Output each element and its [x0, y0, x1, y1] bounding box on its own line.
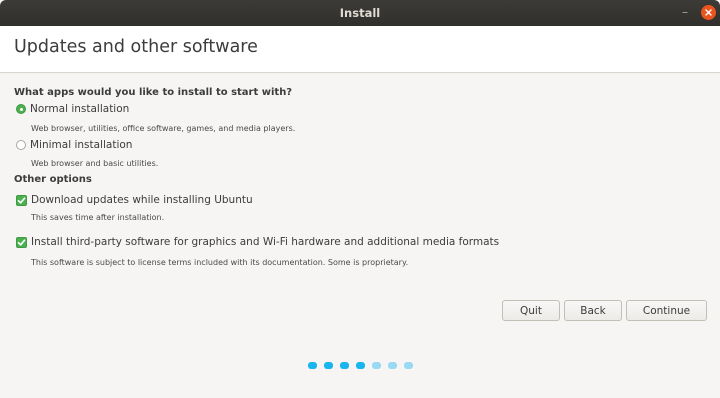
page-title: Updates and other software [14, 37, 258, 57]
progress-step-dot [308, 362, 317, 369]
download-updates-description: This saves time after installation. [31, 213, 165, 222]
window-titlebar: Install – [0, 0, 720, 26]
continue-button[interactable]: Continue [626, 300, 707, 321]
progress-step-dot [372, 362, 381, 369]
third-party-software-description: This software is subject to license term… [31, 258, 409, 267]
radio-selected-icon[interactable] [16, 104, 26, 114]
normal-installation-description: Web browser, utilities, office software,… [31, 124, 296, 133]
normal-installation-radio[interactable]: Normal installation [16, 103, 129, 115]
install-question: What apps would you like to install to s… [14, 87, 293, 98]
page-header: Updates and other software [0, 26, 720, 73]
progress-step-dot [404, 362, 413, 369]
progress-step-dot [356, 362, 365, 369]
radio-unselected-icon[interactable] [16, 140, 26, 150]
third-party-software-label[interactable]: Install third-party software for graphic… [31, 236, 499, 248]
download-updates-checkbox[interactable]: Download updates while installing Ubuntu [16, 194, 253, 206]
normal-installation-label[interactable]: Normal installation [30, 103, 129, 115]
minimal-installation-label[interactable]: Minimal installation [30, 139, 132, 151]
back-button[interactable]: Back [564, 300, 622, 321]
check-icon[interactable] [16, 236, 27, 248]
window-title: Install [339, 6, 381, 20]
minimal-installation-radio[interactable]: Minimal installation [16, 139, 132, 151]
progress-step-dot [340, 362, 349, 369]
check-icon[interactable] [16, 194, 27, 206]
progress-step-dot [388, 362, 397, 369]
download-updates-label[interactable]: Download updates while installing Ubuntu [31, 194, 253, 206]
third-party-software-checkbox[interactable]: Install third-party software for graphic… [16, 236, 499, 248]
progress-step-dot [324, 362, 333, 369]
quit-button[interactable]: Quit [502, 300, 560, 321]
minimal-installation-description: Web browser and basic utilities. [31, 159, 159, 168]
close-icon[interactable] [701, 5, 716, 20]
other-options-heading: Other options [14, 174, 92, 185]
progress-indicator [308, 362, 413, 369]
minimize-icon[interactable]: – [679, 4, 691, 20]
